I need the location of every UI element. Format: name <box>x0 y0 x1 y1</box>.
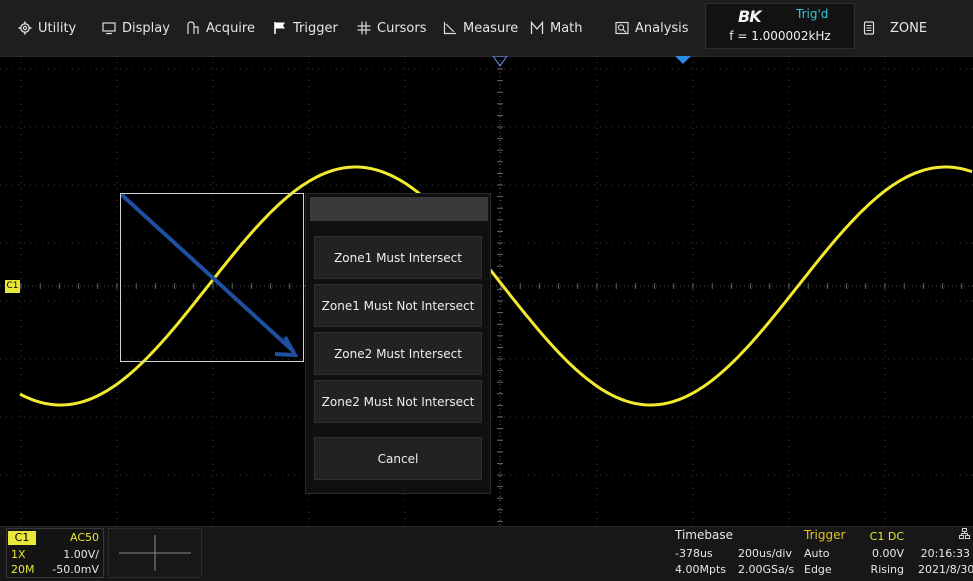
top-menu-bar: Utility Display Acquire Trigger Cursors … <box>0 0 973 57</box>
trigger-title: Trigger <box>804 528 846 542</box>
menu-display-label: Display <box>122 20 170 36</box>
zone1-box[interactable] <box>120 193 304 362</box>
menu-acquire[interactable]: Acquire <box>186 0 255 56</box>
zone1-must-intersect-button[interactable]: Zone1 Must Intersect <box>314 236 482 279</box>
channel1-offset: -50.0mV <box>52 563 99 576</box>
memory-depth: 4.00Mpts <box>675 563 727 576</box>
add-channel-area[interactable] <box>108 528 202 578</box>
channel1-info[interactable]: C1 AC50 1X 1.00V/ 20M -50.0mV <box>6 528 104 578</box>
trigger-panel[interactable]: Trigger C1 DC Auto 0.00V Edge Rising <box>800 528 908 578</box>
channel1-coupling: AC50 <box>69 531 99 544</box>
clock-time: 20:16:33 <box>920 547 970 560</box>
trigger-status-panel[interactable]: BK Trig'd f = 1.000002kHz <box>705 3 855 49</box>
timebase-title: Timebase <box>675 528 733 542</box>
network-icon <box>959 528 970 542</box>
trigger-type: Edge <box>804 563 832 576</box>
menu-acquire-label: Acquire <box>206 20 255 36</box>
acquire-icon <box>186 21 200 35</box>
trigger-state: Trig'd <box>796 7 829 21</box>
channel1-scale: 1.00V/ <box>63 548 99 561</box>
drag-arrow-icon <box>121 194 299 358</box>
trigger-mode: Auto <box>804 547 830 560</box>
plus-icon <box>119 535 191 571</box>
menu-display[interactable]: Display <box>102 0 170 56</box>
menu-zone[interactable]: ZONE <box>862 0 927 56</box>
trigger-delay-marker <box>675 56 691 64</box>
popup-header <box>310 197 488 221</box>
menu-utility-label: Utility <box>38 20 77 36</box>
clock-panel: 20:16:33 2021/8/30 <box>912 528 973 578</box>
menu-measure[interactable]: Measure <box>443 0 518 56</box>
analysis-icon <box>615 21 629 35</box>
clock-date: 2021/8/30 <box>918 563 973 576</box>
timebase-scale: 200us/div <box>738 547 792 560</box>
menu-trigger[interactable]: Trigger <box>273 0 338 56</box>
brand-logo: BK <box>738 7 762 26</box>
timebase-delay: -378us <box>675 547 713 560</box>
menu-trigger-label: Trigger <box>293 20 338 36</box>
document-icon <box>862 21 876 35</box>
zone-intersect-menu: Zone1 Must Intersect Zone1 Must Not Inte… <box>305 193 491 494</box>
trigger-level: 0.00V <box>871 547 904 560</box>
measure-icon <box>443 21 457 35</box>
channel1-tag: C1 <box>8 531 36 545</box>
channel1-bandwidth: 20M <box>11 563 35 576</box>
gear-icon <box>18 21 32 35</box>
menu-analysis-label: Analysis <box>635 20 689 36</box>
trigger-source: C1 DC <box>869 530 904 543</box>
menu-cursors[interactable]: Cursors <box>357 0 427 56</box>
menu-math[interactable]: Math <box>530 0 583 56</box>
menu-analysis[interactable]: Analysis <box>615 0 689 56</box>
timebase-panel[interactable]: Timebase -378us 200us/div 4.00Mpts 2.00G… <box>672 528 794 578</box>
flag-icon <box>273 21 287 35</box>
sample-rate: 2.00GSa/s <box>738 563 795 576</box>
zone1-must-not-intersect-button[interactable]: Zone1 Must Not Intersect <box>314 284 482 327</box>
trigger-slope: Rising <box>870 563 904 576</box>
cursors-icon <box>357 21 371 35</box>
menu-math-label: Math <box>550 20 583 36</box>
monitor-icon <box>102 21 116 35</box>
menu-cursors-label: Cursors <box>377 20 427 36</box>
menu-measure-label: Measure <box>463 20 519 36</box>
cancel-button[interactable]: Cancel <box>314 437 482 480</box>
menu-zone-label: ZONE <box>890 20 928 36</box>
frequency-readout: f = 1.000002kHz <box>729 29 831 43</box>
channel1-offset-marker[interactable]: C1 <box>5 280 20 293</box>
zone2-must-intersect-button[interactable]: Zone2 Must Intersect <box>314 332 482 375</box>
menu-utility[interactable]: Utility <box>18 0 76 56</box>
math-icon <box>530 21 544 35</box>
channel1-probe: 1X <box>11 548 26 561</box>
zone2-must-not-intersect-button[interactable]: Zone2 Must Not Intersect <box>314 380 482 423</box>
